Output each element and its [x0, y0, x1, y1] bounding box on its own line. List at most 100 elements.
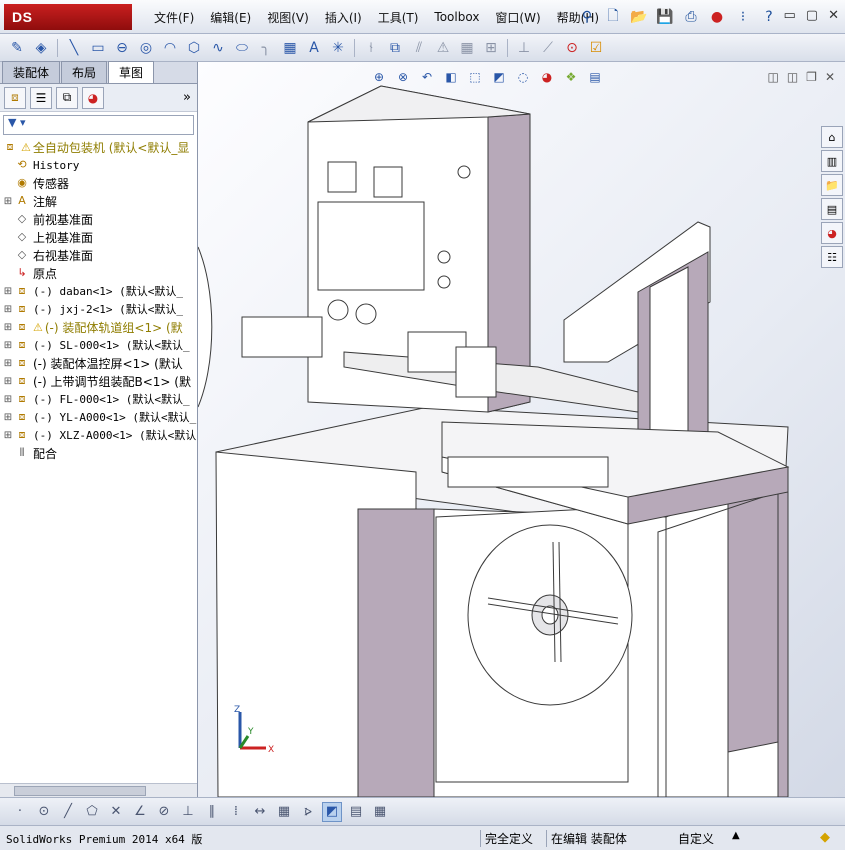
arc-icon[interactable]: ◠	[159, 37, 181, 59]
save-icon[interactable]: 💾	[654, 6, 676, 28]
pin-icon[interactable]: ⚲	[576, 6, 598, 28]
move-icon[interactable]: ⊞	[480, 37, 502, 59]
feature-tree-icon[interactable]: ⧈	[4, 86, 26, 109]
traffic-light-icon[interactable]: ●	[706, 6, 728, 28]
configuration-manager-icon[interactable]: ⧉	[56, 86, 78, 109]
center-circle-icon[interactable]: ⊙	[34, 802, 54, 822]
layout-grid-icon[interactable]: ▦	[370, 802, 390, 822]
tree-item-top-plane[interactable]: ◇ 上视基准面	[2, 228, 197, 246]
tree-item-history[interactable]: ⟲ History	[2, 156, 197, 174]
rectangle-icon[interactable]: ▭	[87, 37, 109, 59]
expand-toggle-icon[interactable]: ⊞	[2, 358, 14, 369]
convert-entities-icon[interactable]: ⧉	[384, 37, 406, 59]
tree-filter-input[interactable]: ▼ ▾	[3, 115, 194, 135]
plane-icon[interactable]: ▦	[279, 37, 301, 59]
trim-icon[interactable]: ⫮	[360, 37, 382, 59]
graphics-viewport[interactable]: ⊕ ⊗ ↶ ◧ ⬚ ◩ ◌ ◕ ❖ ▤ ◫ ◫ ❐ ✕ ⌂ ▥ 📁 ▤ ◕ ☷ …	[198, 62, 845, 797]
menu-view[interactable]: 视图(V)	[259, 9, 317, 26]
options-icon[interactable]: ⁝	[732, 6, 754, 28]
coincident-icon[interactable]: ⁞	[226, 802, 246, 822]
line-icon[interactable]: ╱	[58, 802, 78, 822]
scrollbar-thumb[interactable]	[14, 786, 146, 796]
file-explorer-icon[interactable]: 📁	[821, 174, 843, 196]
dimension-icon[interactable]: ↔	[250, 802, 270, 822]
tree-item-component[interactable]: ⊞ ⧈ (-) FL-000<1> (默认<默认_	[2, 390, 197, 408]
minimize-icon[interactable]: ▭	[784, 8, 796, 23]
menu-toolbox[interactable]: Toolbox	[426, 10, 487, 24]
chevron-up-icon[interactable]: ▲	[732, 830, 740, 841]
instant2d-icon[interactable]: ☑	[585, 37, 607, 59]
custom-properties-icon[interactable]: ☷	[821, 246, 843, 268]
sketch-angle-icon[interactable]: ⦠	[298, 802, 318, 822]
tab-layout[interactable]: 布局	[61, 61, 108, 83]
print-icon[interactable]: ⎙	[680, 6, 702, 28]
appearance-icon[interactable]: ◕	[82, 86, 104, 109]
ellipse-icon[interactable]: ⬭	[231, 37, 253, 59]
maximize-icon[interactable]: ▢	[806, 8, 818, 23]
menu-tools[interactable]: 工具(T)	[370, 9, 427, 26]
offset-icon[interactable]: ⫽	[408, 37, 430, 59]
tree-item-component[interactable]: ⊞ ⧈ (-) 上带调节组装配B<1> (默	[2, 372, 197, 390]
polygon-icon[interactable]: ⬠	[82, 802, 102, 822]
view-palette-icon[interactable]: ▤	[821, 198, 843, 220]
open-folder-icon[interactable]: 📂	[628, 6, 650, 28]
close-icon[interactable]: ✕	[828, 8, 839, 23]
rapid-sketch-icon[interactable]: ⊙	[561, 37, 583, 59]
tree-horizontal-scrollbar[interactable]	[0, 783, 197, 797]
shaded-view-icon[interactable]: ◩	[322, 801, 342, 822]
point-icon[interactable]: ·	[10, 802, 30, 822]
tab-assembly[interactable]: 装配体	[2, 61, 61, 83]
menu-insert[interactable]: 插入(I)	[317, 9, 370, 26]
tree-item-component[interactable]: ⊞ ⧈ ⚠ (-) 装配体轨道组<1> (默	[2, 318, 197, 336]
menu-edit[interactable]: 编辑(E)	[202, 9, 259, 26]
grid-icon[interactable]: ▦	[274, 802, 294, 822]
text-icon[interactable]: A	[303, 37, 325, 59]
home-icon[interactable]: ⌂	[821, 126, 843, 148]
expand-toggle-icon[interactable]: ⊞	[2, 322, 14, 333]
layout-horizontal-icon[interactable]: ▤	[346, 802, 366, 822]
help-icon[interactable]: ?	[758, 6, 780, 28]
expand-toggle-icon[interactable]: ⊞	[2, 340, 14, 351]
rebuild-tag-icon[interactable]: ◆	[820, 830, 830, 845]
spline-icon[interactable]: ∿	[207, 37, 229, 59]
mirror-icon[interactable]: ⚠	[432, 37, 454, 59]
expand-toggle-icon[interactable]: ⊞	[2, 412, 14, 423]
tab-sketch[interactable]: 草图	[108, 61, 155, 83]
tree-item-right-plane[interactable]: ◇ 右视基准面	[2, 246, 197, 264]
expand-icon[interactable]: »	[183, 90, 191, 105]
cross-icon[interactable]: ✕	[106, 802, 126, 822]
repair-icon[interactable]: ⟋	[537, 37, 559, 59]
expand-toggle-icon[interactable]: ⊞	[2, 196, 14, 207]
tree-item-mates[interactable]: ⫴ 配合	[2, 444, 197, 462]
sketch-icon[interactable]: ✎	[6, 37, 28, 59]
menu-window[interactable]: 窗口(W)	[487, 9, 548, 26]
expand-toggle-icon[interactable]: ⊞	[2, 394, 14, 405]
fillet-icon[interactable]: ╮	[255, 37, 277, 59]
relations-icon[interactable]: ⊥	[513, 37, 535, 59]
property-manager-icon[interactable]: ☰	[30, 86, 52, 109]
new-document-icon[interactable]: 🗋	[602, 6, 624, 28]
expand-toggle-icon[interactable]: ⊞	[2, 430, 14, 441]
tree-item-component[interactable]: ⊞ ⧈ (-) jxj-2<1> (默认<默认_	[2, 300, 197, 318]
slot-icon[interactable]: ⊖	[111, 37, 133, 59]
line-icon[interactable]: ╲	[63, 37, 85, 59]
pattern-icon[interactable]: ▦	[456, 37, 478, 59]
tree-item-component[interactable]: ⊞ ⧈ (-) 装配体温控屏<1> (默认	[2, 354, 197, 372]
tangent-icon[interactable]: ⊘	[154, 802, 174, 822]
design-library-icon[interactable]: ▥	[821, 150, 843, 172]
tree-item-sensors[interactable]: ◉ 传感器	[2, 174, 197, 192]
circle-icon[interactable]: ◎	[135, 37, 157, 59]
appearances-icon[interactable]: ◕	[821, 222, 843, 244]
units-dropdown[interactable]: 自定义	[678, 830, 714, 847]
point-icon[interactable]: ✳	[327, 37, 349, 59]
perpendicular-icon[interactable]: ⊥	[178, 802, 198, 822]
tree-item-front-plane[interactable]: ◇ 前视基准面	[2, 210, 197, 228]
tree-item-component[interactable]: ⊞ ⧈ (-) SL-000<1> (默认<默认_	[2, 336, 197, 354]
expand-toggle-icon[interactable]: ⊞	[2, 304, 14, 315]
tree-item-origin[interactable]: ↳ 原点	[2, 264, 197, 282]
tree-item-component[interactable]: ⊞ ⧈ (-) XLZ-A000<1> (默认<默认	[2, 426, 197, 444]
polygon-icon[interactable]: ⬡	[183, 37, 205, 59]
expand-toggle-icon[interactable]: ⊞	[2, 376, 14, 387]
tree-root[interactable]: ⧈ ⚠ 全自动包装机 (默认<默认_显	[2, 138, 197, 156]
menu-file[interactable]: 文件(F)	[146, 9, 202, 26]
